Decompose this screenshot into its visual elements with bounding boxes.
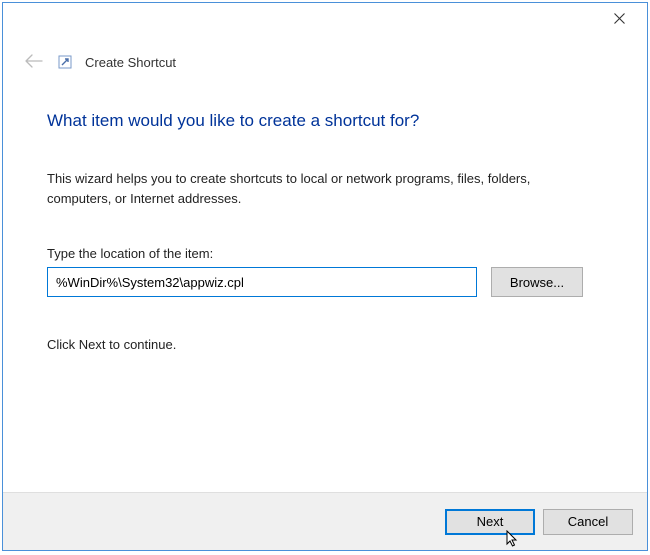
wizard-footer: Next Cancel — [3, 492, 647, 550]
wizard-content: What item would you like to create a sho… — [3, 81, 647, 492]
wizard-description: This wizard helps you to create shortcut… — [47, 169, 587, 208]
create-shortcut-wizard: Create Shortcut What item would you like… — [2, 2, 648, 551]
location-label: Type the location of the item: — [47, 246, 603, 261]
continue-hint: Click Next to continue. — [47, 337, 603, 352]
back-arrow-icon — [25, 54, 43, 71]
cancel-button[interactable]: Cancel — [543, 509, 633, 535]
location-row: Browse... — [47, 267, 603, 297]
wizard-header: Create Shortcut — [3, 33, 647, 81]
shortcut-icon — [57, 54, 73, 70]
titlebar — [3, 3, 647, 33]
next-button[interactable]: Next — [445, 509, 535, 535]
close-icon — [614, 12, 625, 27]
location-input[interactable] — [47, 267, 477, 297]
wizard-title: Create Shortcut — [85, 55, 176, 70]
page-heading: What item would you like to create a sho… — [47, 111, 603, 131]
close-button[interactable] — [599, 7, 639, 31]
back-button[interactable] — [23, 51, 45, 73]
browse-button[interactable]: Browse... — [491, 267, 583, 297]
